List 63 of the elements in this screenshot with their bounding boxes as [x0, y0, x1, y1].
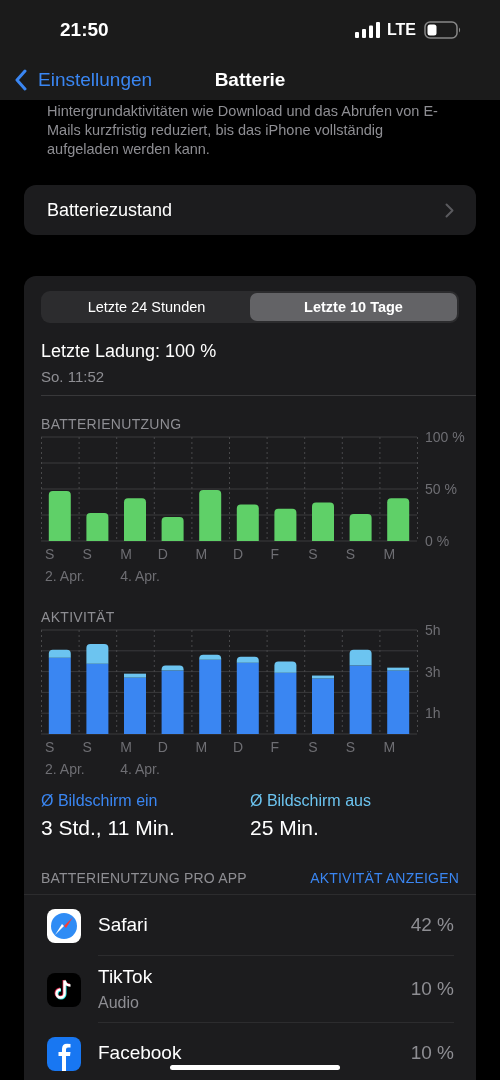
description-text: Hintergrundaktivitäten wie Download und das Abrufen von E-Mails kurzfristig reduziert, bis das iPhone vollständig aufgeladen werden kann. [47, 102, 439, 159]
axis-label: 3h [425, 663, 441, 680]
app-name: Safari [98, 914, 149, 936]
show-activity-link[interactable]: AKTIVITÄT ANZEIGEN [310, 870, 459, 886]
usage-percent: 10 % [410, 978, 454, 1000]
day-label: D [233, 546, 244, 562]
day-label: M [383, 739, 396, 755]
day-label: S [45, 739, 55, 755]
row-label: Batteriezustand [47, 199, 174, 221]
back-chevron-icon [14, 69, 28, 91]
day-label: S [45, 546, 55, 562]
section-header: BATTERIENUTZUNG PRO APP [41, 870, 248, 886]
battery-icon [424, 21, 462, 39]
back-link[interactable]: Einstellungen [0, 69, 153, 91]
signal-icon [354, 22, 381, 38]
chevron-icon [445, 202, 454, 218]
axis-label: 100 % [425, 432, 465, 445]
day-label: S [345, 739, 356, 755]
music-note-icon[interactable] [47, 972, 81, 1007]
axis-label: 1h [425, 705, 441, 722]
day-label: M [195, 546, 208, 562]
day-label: D [233, 739, 244, 755]
day-label: S [308, 546, 318, 562]
day-label: M [383, 546, 396, 562]
day-label: D [157, 739, 168, 755]
last-charge-time: So. 11:52 [41, 368, 106, 385]
day-label: F [270, 739, 280, 755]
day-label: S [345, 546, 356, 562]
settings-row[interactable]: Batteriezustand [24, 185, 476, 235]
axis-label: 0 % [425, 533, 450, 549]
legend-label: Ø Bildschirm ein [41, 792, 159, 810]
network-label: LTE [386, 21, 416, 39]
date-label: 2. Apr. [45, 761, 85, 777]
page-title: Batterie [214, 69, 286, 90]
axis-label: 5h [425, 625, 441, 638]
date-label: 4. Apr. [120, 761, 160, 777]
day-label: S [82, 546, 92, 562]
day-label: S [308, 739, 318, 755]
letter-f-icon[interactable] [47, 1036, 81, 1071]
app-name: TikTok [98, 966, 154, 988]
app-name: Facebook [98, 1042, 183, 1064]
last-charge-label: Letzte Ladung: 100 % [41, 341, 218, 362]
average-value: 3 Std., 11 Min. [41, 816, 176, 840]
axis-label: 50 % [425, 481, 457, 497]
day-label: D [157, 546, 168, 562]
segment-tab[interactable]: Letzte 24 Stunden [43, 293, 250, 321]
compass-icon[interactable] [47, 908, 81, 943]
chart-title: AKTIVITÄT [41, 609, 116, 625]
average-value: 25 Min. [250, 816, 320, 840]
segment-tab[interactable]: Letzte 10 Tage [250, 293, 457, 321]
day-label: S [82, 739, 92, 755]
legend-label: Ø Bildschirm aus [250, 792, 372, 810]
usage-percent: 10 % [410, 1042, 454, 1064]
usage-percent: 42 % [410, 914, 454, 936]
day-label: M [120, 546, 132, 562]
app-detail: Audio [98, 994, 140, 1012]
date-label: 2. Apr. [45, 568, 85, 584]
day-label: M [195, 739, 208, 755]
day-label: F [270, 546, 280, 562]
day-label: M [120, 739, 132, 755]
date-label: 4. Apr. [120, 568, 160, 584]
chart-title: BATTERIENUTZUNG [41, 416, 183, 432]
status-time: 21:50 [60, 19, 110, 41]
